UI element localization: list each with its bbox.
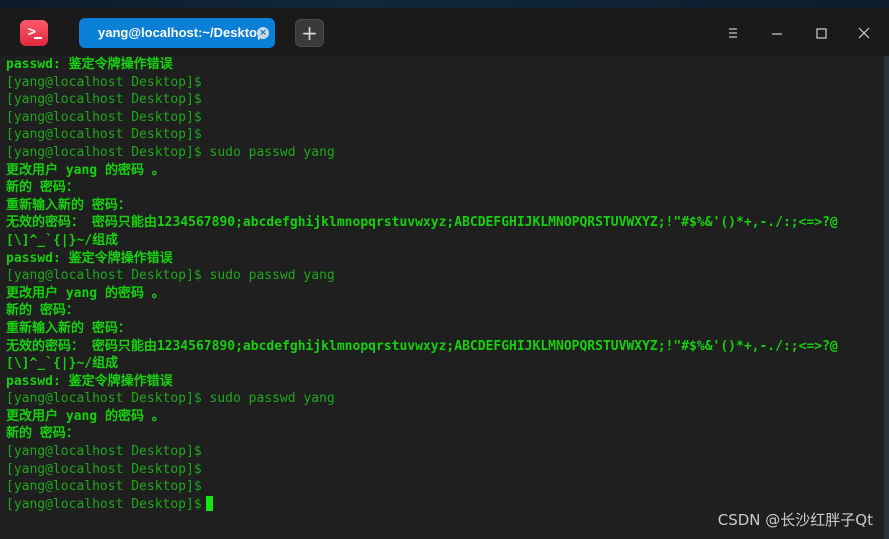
terminal-cursor (205, 495, 213, 511)
tab-close-icon[interactable]: × (257, 27, 269, 39)
terminal-line: passwd: 鉴定令牌操作错误 (6, 373, 173, 389)
terminal-line: passwd: 鉴定令牌操作错误 (6, 57, 173, 72)
terminal-line: [\]^_`{|}~/组成 (6, 356, 119, 372)
terminal-line: 新的 密码： (6, 303, 79, 319)
tab-terminal-session[interactable]: yang@localhost:~/Desktop × (79, 18, 275, 48)
terminal-line: [yang@localhost Desktop]$ (6, 74, 202, 90)
terminal-line: passwd: 鉴定令牌操作错误 (6, 250, 173, 266)
minimize-icon[interactable] (766, 22, 788, 44)
terminal-window: > yang@localhost:~/Desktop × + passwd: 鉴… (0, 0, 889, 539)
terminal-line: 更改用户 yang 的密码 。 (6, 408, 165, 424)
terminal-line: [\]^_`{|}~/组成 (6, 232, 119, 248)
terminal-line: [yang@localhost Desktop]$ (6, 92, 202, 108)
terminal-line: [yang@localhost Desktop]$ (6, 444, 202, 460)
terminal-line: [yang@localhost Desktop]$ (6, 109, 202, 125)
terminal-line: 新的 密码： (6, 426, 79, 442)
close-icon[interactable] (853, 22, 875, 44)
title-bar[interactable]: > yang@localhost:~/Desktop × + (0, 8, 889, 56)
terminal-line: [yang@localhost Desktop]$ (6, 461, 202, 477)
desktop-background-strip (0, 0, 889, 8)
terminal-line: 无效的密码： 密码只能由1234567890;abcdefghijklmnopq… (6, 215, 838, 231)
terminal-output[interactable]: passwd: 鉴定令牌操作错误 [yang@localhost Desktop]… (0, 56, 889, 539)
terminal-line: [yang@localhost Desktop]$ sudo passwd ya… (6, 391, 335, 407)
terminal-line: 无效的密码： 密码只能由1234567890;abcdefghijklmnopq… (6, 338, 838, 354)
terminal-line: [yang@localhost Desktop]$ sudo passwd ya… (6, 268, 335, 284)
terminal-line: 重新输入新的 密码： (6, 197, 131, 213)
menu-icon[interactable] (722, 22, 744, 44)
terminal-line: 新的 密码： (6, 180, 79, 196)
maximize-icon[interactable] (810, 22, 832, 44)
window-edge (884, 56, 889, 539)
terminal-line: [yang@localhost Desktop]$ (6, 479, 202, 495)
terminal-line: [yang@localhost Desktop]$ (6, 127, 202, 143)
add-tab-button[interactable]: + (295, 19, 324, 47)
tab-title: yang@localhost:~/Desktop (98, 25, 265, 40)
terminal-app-icon[interactable]: > (20, 20, 48, 46)
terminal-line: 更改用户 yang 的密码 。 (6, 162, 165, 178)
terminal-line: 更改用户 yang 的密码 。 (6, 285, 165, 301)
terminal-line: 重新输入新的 密码： (6, 320, 131, 336)
terminal-line: [yang@localhost Desktop]$ sudo passwd ya… (6, 144, 335, 160)
watermark: CSDN @长沙红胖子Qt (717, 511, 873, 529)
